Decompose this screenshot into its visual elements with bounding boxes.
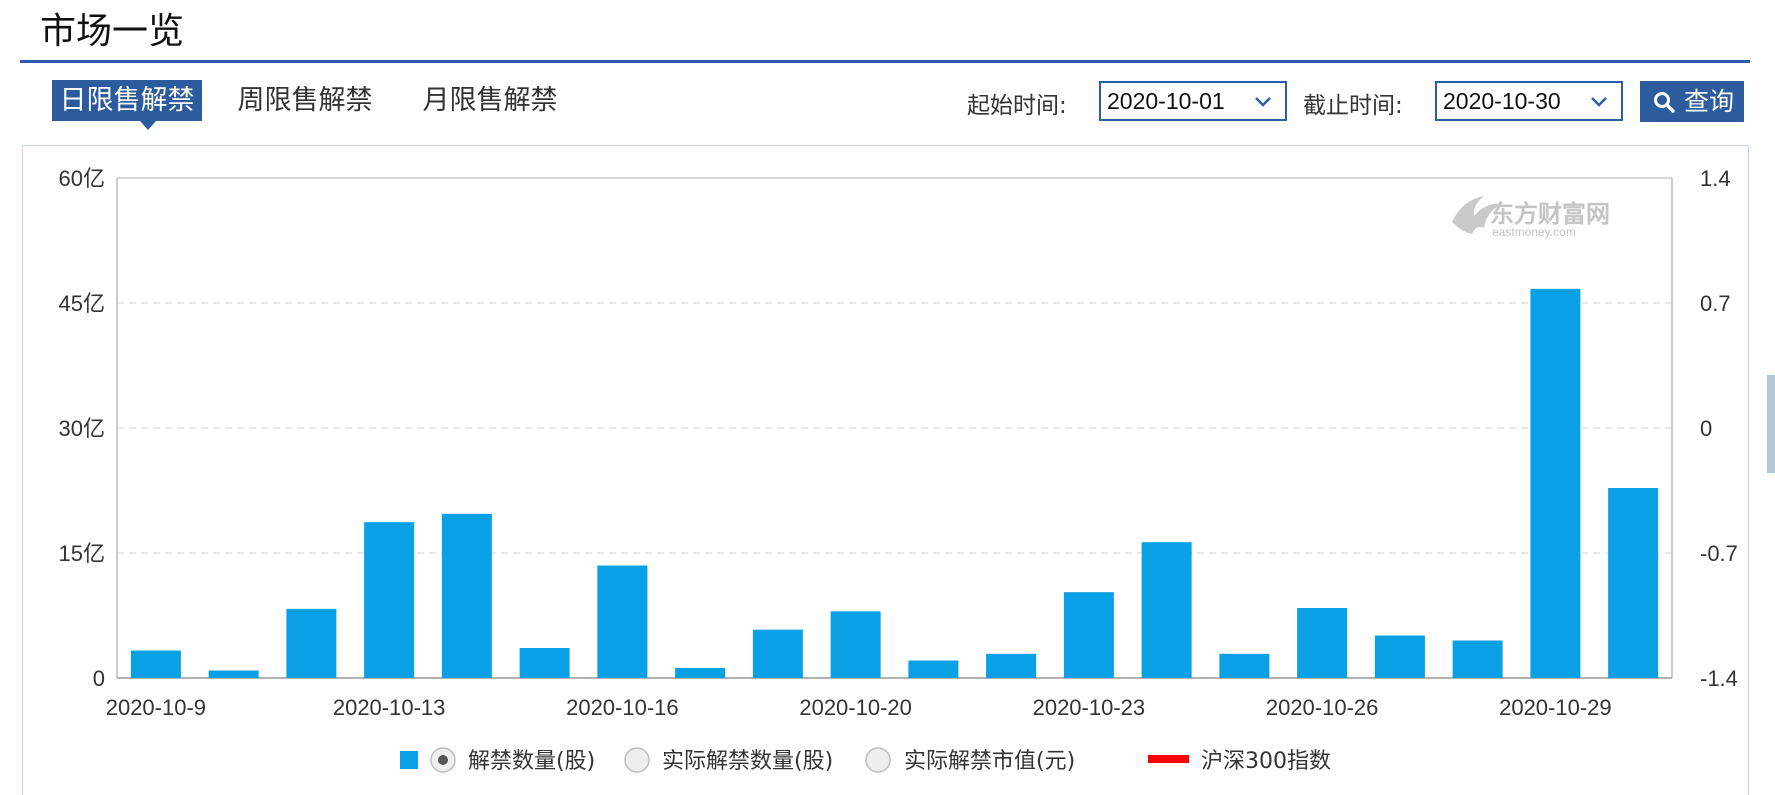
bar xyxy=(830,611,881,678)
x-tick-label: 2020-10-23 xyxy=(1033,695,1146,720)
bar xyxy=(908,660,959,678)
watermark: 东方财富网 eastmoney.com xyxy=(1452,196,1610,239)
bar xyxy=(286,608,337,678)
x-tick-label: 2020-10-9 xyxy=(106,695,206,720)
bar xyxy=(675,668,726,678)
legend-label: 解禁数量(股) xyxy=(468,749,595,774)
legend-item-actual-unlock-value[interactable]: 实际解禁市值(元) xyxy=(865,747,1075,774)
bar xyxy=(1608,488,1659,678)
y-right-tick-label: 1.4 xyxy=(1700,166,1731,191)
legend-item-actual-unlock-shares[interactable]: 实际解禁数量(股) xyxy=(624,747,833,774)
y-left-tick-label: 15亿 xyxy=(59,541,105,566)
bar xyxy=(1219,653,1270,678)
y-right-tick-label: 0 xyxy=(1700,416,1712,441)
legend-bar-swatch xyxy=(400,751,418,769)
radio-icon xyxy=(865,747,891,773)
radio-icon xyxy=(624,747,650,773)
unlock-bar-chart: 0 -1.4 15亿 -0.7 30亿 0 45亿 0.7 60亿 1.4 东方财富网 eastm… xyxy=(59,166,1738,774)
y-left-tick-label: 0 xyxy=(93,666,105,691)
watermark-en: eastmoney.com xyxy=(1492,225,1576,239)
x-tick-label: 2020-10-29 xyxy=(1499,695,1612,720)
legend-line-swatch xyxy=(1148,755,1189,763)
bar xyxy=(441,513,492,678)
legend: 解禁数量(股) 实际解禁数量(股) 实际解禁市值(元) 沪深300指数 xyxy=(400,747,1331,774)
bar xyxy=(752,629,803,678)
bar xyxy=(1063,592,1114,678)
x-tick-label: 2020-10-26 xyxy=(1266,695,1379,720)
bar xyxy=(597,565,648,678)
bar xyxy=(208,670,259,678)
bar xyxy=(1297,608,1348,678)
bar xyxy=(130,650,181,678)
y-right-tick-label: -1.4 xyxy=(1700,666,1738,691)
legend-item-csi300[interactable]: 沪深300指数 xyxy=(1148,749,1331,774)
y-left-tick-label: 45亿 xyxy=(59,291,105,316)
bars xyxy=(130,288,1659,678)
x-axis-labels: 2020-10-9 2020-10-13 2020-10-16 2020-10-20 2… xyxy=(106,695,1612,720)
bar xyxy=(364,522,415,678)
bar xyxy=(1141,542,1192,678)
bar xyxy=(519,648,570,678)
x-tick-label: 2020-10-13 xyxy=(333,695,446,720)
legend-label: 实际解禁数量(股) xyxy=(662,749,833,774)
grid-lines xyxy=(117,302,1672,554)
y-left-tick-label: 30亿 xyxy=(59,416,105,441)
y-left-tick-label: 60亿 xyxy=(59,166,105,191)
bar xyxy=(1530,288,1581,678)
legend-label: 沪深300指数 xyxy=(1201,749,1331,774)
legend-label: 实际解禁市值(元) xyxy=(904,749,1075,774)
watermark-cn: 东方财富网 xyxy=(1490,200,1610,228)
legend-item-unlock-shares[interactable]: 解禁数量(股) xyxy=(430,747,595,774)
y-right-tick-label: -0.7 xyxy=(1700,541,1738,566)
y-right-tick-label: 0.7 xyxy=(1700,291,1731,316)
x-tick-label: 2020-10-20 xyxy=(799,695,912,720)
bar xyxy=(1452,640,1503,678)
bar xyxy=(1374,635,1425,678)
x-tick-label: 2020-10-16 xyxy=(566,695,679,720)
bar xyxy=(986,653,1037,678)
